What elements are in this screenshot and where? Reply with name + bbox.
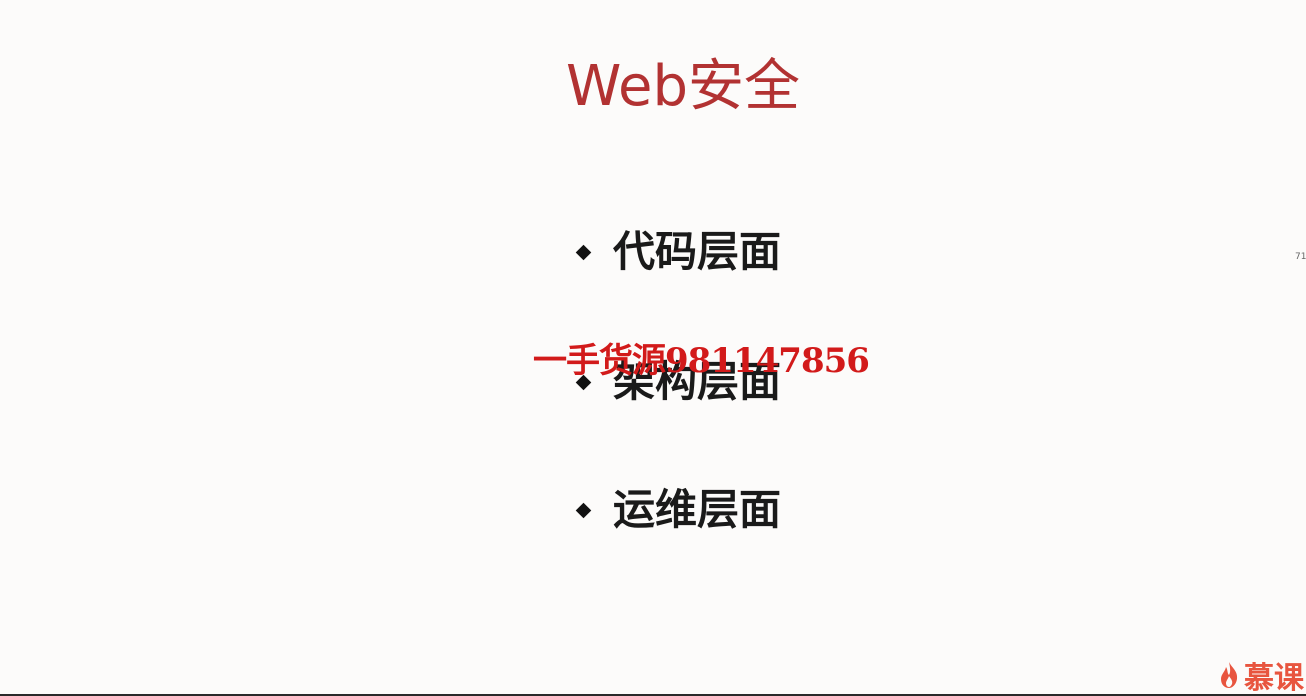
logo-text: 慕课 [1244,661,1304,694]
slide-title: Web安全 [565,54,801,119]
bullet-item: 运维层面 [574,480,781,540]
watermark-overlay: 一手货源981147856 [533,341,870,381]
bullet-item: 代码层面 [574,222,781,282]
bullet-text: 运维层面 [613,485,782,534]
diamond-bullet-icon [575,244,592,260]
diamond-bullet-icon [575,502,592,518]
bullet-text: 代码层面 [613,227,782,276]
slide: Web安全 代码层面 架构层面 运维层面 一手货源981147856 71 慕课 [0,0,1306,694]
side-page-number: 71 [1295,252,1306,262]
flame-icon [1221,662,1238,688]
brand-logo: 慕课 [1218,656,1306,694]
